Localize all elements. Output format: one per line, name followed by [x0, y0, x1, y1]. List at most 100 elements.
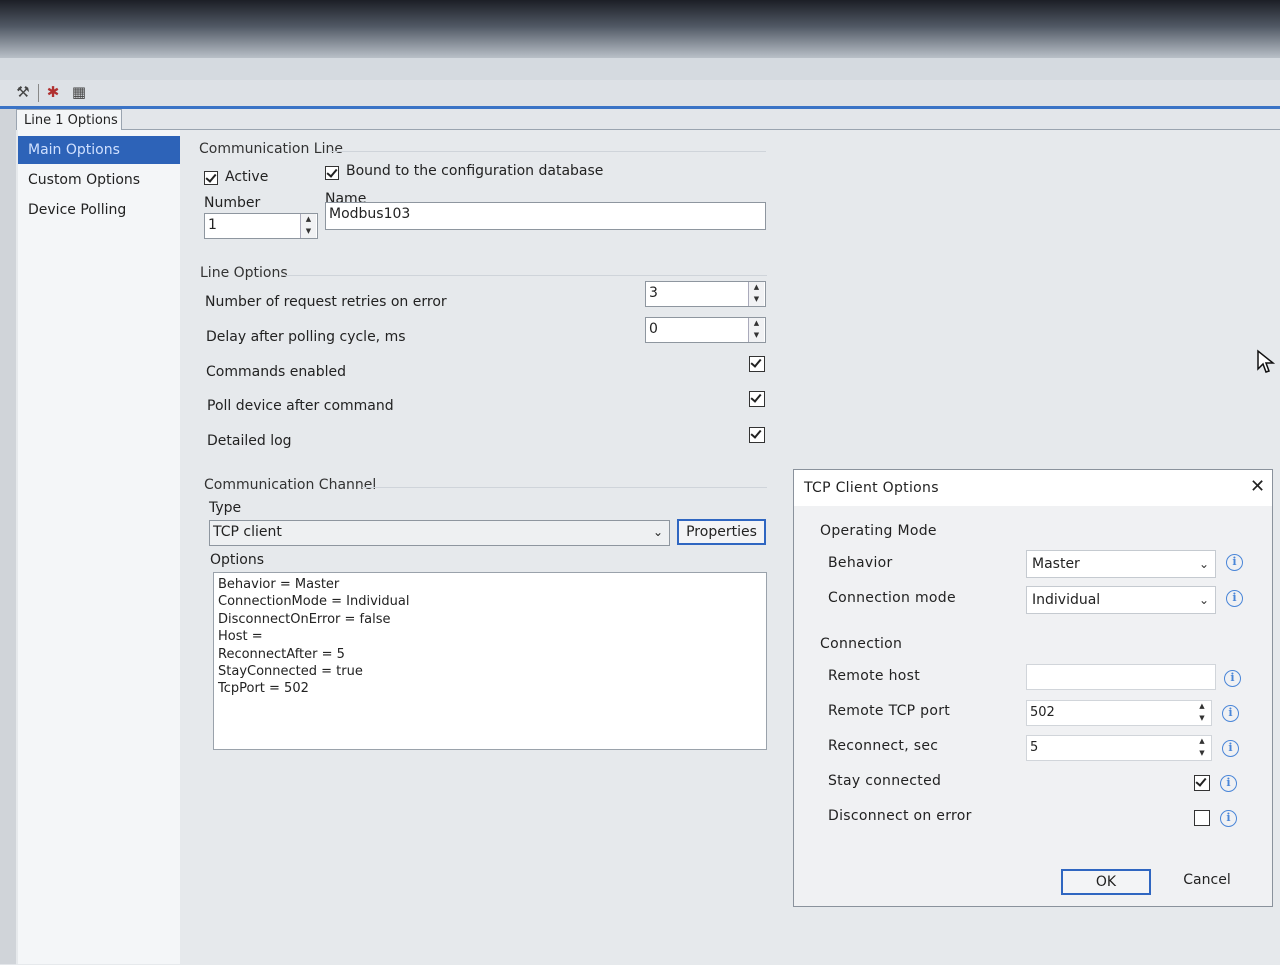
active-label: Active: [225, 169, 269, 185]
menu-bar: [0, 58, 1280, 80]
options-line: TcpPort = 502: [218, 681, 309, 697]
reconnect-value: 5: [1030, 740, 1039, 755]
disconnect-label: Disconnect on error: [828, 808, 972, 824]
toolbar-separator: [38, 84, 39, 102]
log-label: Detailed log: [207, 433, 292, 449]
tcp-client-options-dialog: TCP Client Options ✕ Operating Mode Beha…: [793, 469, 1273, 907]
poll-checkbox[interactable]: [749, 391, 765, 407]
dialog-title: TCP Client Options: [804, 480, 939, 496]
communication-line-title: Communication Line: [199, 141, 343, 157]
remote-port-value: 502: [1030, 705, 1055, 720]
info-icon[interactable]: i: [1220, 810, 1237, 827]
sidebar-item-main-options[interactable]: Main Options: [18, 136, 180, 164]
left-edge: [0, 109, 16, 964]
behavior-select[interactable]: Master ⌄: [1026, 550, 1216, 578]
stay-connected-label: Stay connected: [828, 773, 942, 789]
type-label: Type: [209, 500, 242, 516]
options-line: DisconnectOnError = false: [218, 611, 391, 627]
retries-value: 3: [649, 285, 658, 301]
connection-mode-value: Individual: [1032, 592, 1101, 608]
options-line: StayConnected = true: [218, 664, 363, 680]
properties-button[interactable]: Properties: [677, 519, 766, 545]
options-textarea[interactable]: Behavior = Master ConnectionMode = Indiv…: [213, 572, 767, 750]
chevron-down-icon[interactable]: ⌄: [1199, 587, 1209, 613]
group-divider: [330, 151, 766, 152]
operating-mode-title: Operating Mode: [820, 523, 937, 539]
ok-button[interactable]: OK: [1061, 869, 1151, 895]
commands-checkbox[interactable]: [749, 356, 765, 372]
spin-up-icon[interactable]: ▲: [1194, 736, 1210, 748]
spin-down-icon[interactable]: ▼: [1194, 748, 1210, 760]
remote-host-label: Remote host: [828, 668, 920, 684]
line-options-title: Line Options: [200, 265, 288, 281]
type-select[interactable]: TCP client ⌄: [209, 520, 670, 546]
toolbar: [0, 80, 1280, 109]
spin-up-icon[interactable]: ▲: [749, 318, 764, 330]
spin-up-icon[interactable]: ▲: [301, 214, 316, 226]
number-value: 1: [208, 217, 217, 233]
group-divider: [362, 487, 767, 488]
options-label: Options: [210, 552, 265, 568]
info-icon[interactable]: i: [1226, 590, 1243, 607]
bound-checkbox[interactable]: [325, 166, 339, 180]
info-icon[interactable]: i: [1222, 705, 1239, 722]
delay-spin-buttons[interactable]: ▲ ▼: [748, 318, 764, 342]
info-icon[interactable]: i: [1220, 775, 1237, 792]
remote-port-stepper[interactable]: 502: [1026, 700, 1212, 726]
options-line: Host =: [218, 629, 263, 645]
tools-icon[interactable]: ✱: [44, 83, 62, 101]
behavior-label: Behavior: [828, 555, 893, 571]
log-checkbox[interactable]: [749, 427, 765, 443]
info-icon[interactable]: i: [1222, 740, 1239, 757]
channel-title: Communication Channel: [204, 477, 377, 493]
cursor-icon: [1257, 349, 1276, 373]
connection-mode-label: Connection mode: [828, 590, 956, 606]
sidebar-item-custom-options[interactable]: Custom Options: [18, 166, 180, 194]
chevron-down-icon[interactable]: ⌄: [1199, 551, 1209, 577]
commands-label: Commands enabled: [206, 364, 347, 380]
number-spin-buttons[interactable]: ▲ ▼: [300, 214, 316, 238]
group-divider: [285, 275, 767, 276]
name-input[interactable]: Modbus103: [325, 202, 766, 230]
number-label: Number: [204, 195, 261, 211]
connection-title: Connection: [820, 636, 903, 652]
chevron-down-icon[interactable]: ⌄: [653, 521, 663, 543]
poll-label: Poll device after command: [207, 398, 394, 414]
wrench-icon[interactable]: ⚒: [14, 83, 32, 101]
reconnect-label: Reconnect, sec: [828, 738, 939, 754]
remote-host-input[interactable]: [1026, 664, 1216, 690]
retries-spin-buttons[interactable]: ▲ ▼: [748, 282, 764, 306]
delay-value: 0: [649, 321, 658, 337]
name-value: Modbus103: [329, 206, 411, 222]
window-title-area: [0, 0, 1280, 58]
cancel-button[interactable]: Cancel: [1162, 869, 1252, 895]
spin-up-icon[interactable]: ▲: [749, 282, 764, 294]
spin-down-icon[interactable]: ▼: [749, 294, 764, 306]
options-line: Behavior = Master: [218, 577, 340, 592]
reconnect-spin-buttons[interactable]: ▲ ▼: [1194, 736, 1210, 760]
main-options-panel: [182, 130, 782, 964]
retries-label: Number of request retries on error: [205, 294, 447, 310]
bound-label: Bound to the configuration database: [346, 163, 604, 179]
tab-line-1-options[interactable]: Line 1 Options: [16, 109, 122, 130]
spin-down-icon[interactable]: ▼: [1194, 713, 1210, 725]
disconnect-checkbox[interactable]: [1194, 810, 1210, 826]
remote-port-spin-buttons[interactable]: ▲ ▼: [1194, 701, 1210, 725]
sidebar-item-device-polling[interactable]: Device Polling: [18, 196, 180, 224]
close-icon[interactable]: ✕: [1250, 476, 1265, 497]
info-icon[interactable]: i: [1226, 554, 1243, 571]
type-value: TCP client: [213, 524, 282, 540]
spin-down-icon[interactable]: ▼: [301, 226, 316, 238]
info-icon[interactable]: i: [1224, 670, 1241, 687]
stay-connected-checkbox[interactable]: [1194, 775, 1210, 791]
spin-up-icon[interactable]: ▲: [1194, 701, 1210, 713]
options-line: ReconnectAfter = 5: [218, 646, 345, 662]
sidebar: Main Options Custom Options Device Polli…: [18, 130, 180, 964]
grid-icon[interactable]: ▦: [70, 83, 88, 101]
spin-down-icon[interactable]: ▼: [749, 330, 764, 342]
connection-mode-select[interactable]: Individual ⌄: [1026, 586, 1216, 614]
reconnect-stepper[interactable]: 5: [1026, 735, 1212, 761]
options-line: ConnectionMode = Individual: [218, 594, 410, 610]
active-checkbox[interactable]: [204, 171, 218, 185]
delay-label: Delay after polling cycle, ms: [206, 329, 406, 345]
